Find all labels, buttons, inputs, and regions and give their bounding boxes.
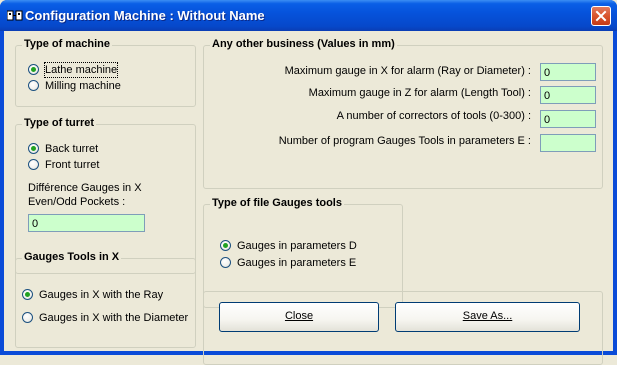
radio-gauges-params-e[interactable]: Gauges in parameters E: [220, 256, 390, 270]
even-odd-pockets-label: Even/Odd Pockets :: [28, 196, 126, 208]
radio-milling-machine[interactable]: Milling machine: [28, 79, 148, 93]
radio-gauges-x-ray[interactable]: Gauges in X with the Ray: [22, 288, 192, 302]
difference-gauges-label: Différence Gauges in X: [28, 182, 142, 194]
radio-lathe-machine[interactable]: Lathe machine: [28, 62, 148, 78]
save-as-button[interactable]: Save As...: [395, 302, 580, 332]
close-button-label: Close: [284, 310, 314, 322]
file-type-title: Type of file Gauges tools: [210, 197, 344, 209]
app-icon: [7, 10, 23, 21]
close-icon: [595, 10, 607, 22]
turret-type-title: Type of turret: [22, 117, 97, 129]
radio-front-turret[interactable]: Front turret: [28, 158, 148, 172]
max-gauge-z-field[interactable]: 0: [540, 86, 596, 104]
window-title: Configuration Machine : Without Name: [25, 8, 265, 23]
radio-button[interactable]: [22, 312, 33, 323]
radio-button[interactable]: [220, 257, 231, 268]
radio-button[interactable]: [28, 143, 39, 154]
title-bar[interactable]: Configuration Machine : Without Name: [0, 0, 617, 31]
radio-button[interactable]: [28, 80, 39, 91]
machine-type-title: Type of machine: [22, 38, 112, 50]
radio-label: Milling machine: [45, 80, 121, 92]
correctors-count-label: A number of correctors of tools (0-300) …: [336, 110, 531, 122]
window-close-button[interactable]: [591, 6, 611, 26]
program-gauges-label: Number of program Gauges Tools in parame…: [278, 135, 531, 147]
radio-label: Back turret: [45, 143, 99, 155]
radio-button[interactable]: [220, 240, 231, 251]
radio-label: Lathe machine: [43, 62, 119, 78]
radio-label: Gauges in X with the Ray: [39, 289, 164, 301]
radio-label: Gauges in parameters E: [237, 257, 357, 269]
save-as-button-label: Save As...: [462, 310, 513, 322]
correctors-count-field[interactable]: 0: [540, 110, 596, 128]
max-gauge-x-field[interactable]: 0: [540, 63, 596, 81]
radio-label: Front turret: [45, 159, 100, 171]
close-button[interactable]: Close: [219, 302, 379, 332]
other-business-title: Any other business (Values in mm): [210, 38, 397, 50]
radio-label: Gauges in X with the Diameter: [39, 312, 189, 324]
radio-button[interactable]: [28, 159, 39, 170]
buttons-panel: Close Save As...: [203, 291, 603, 365]
radio-label: Gauges in parameters D: [237, 240, 357, 252]
radio-gauges-params-d[interactable]: Gauges in parameters D: [220, 239, 390, 253]
max-gauge-x-label: Maximum gauge in X for alarm (Ray or Dia…: [284, 65, 531, 77]
gauges-x-group: Gauges Tools in X Gauges in X with the R…: [15, 251, 196, 348]
other-business-group: Any other business (Values in mm) Maximu…: [203, 38, 603, 189]
dialog-body: Type of machine Lathe machine Milling ma…: [4, 31, 613, 365]
radio-button[interactable]: [28, 64, 39, 75]
program-gauges-field[interactable]: [540, 134, 596, 152]
radio-button[interactable]: [22, 289, 33, 300]
radio-back-turret[interactable]: Back turret: [28, 142, 148, 156]
dialog-window: Configuration Machine : Without Name Typ…: [0, 0, 617, 365]
gauges-x-title: Gauges Tools in X: [22, 251, 122, 263]
radio-gauges-x-diameter[interactable]: Gauges in X with the Diameter: [22, 311, 192, 325]
difference-gauges-field[interactable]: 0: [28, 214, 145, 232]
machine-type-group: Type of machine Lathe machine Milling ma…: [15, 38, 196, 107]
max-gauge-z-label: Maximum gauge in Z for alarm (Length Too…: [308, 87, 531, 99]
